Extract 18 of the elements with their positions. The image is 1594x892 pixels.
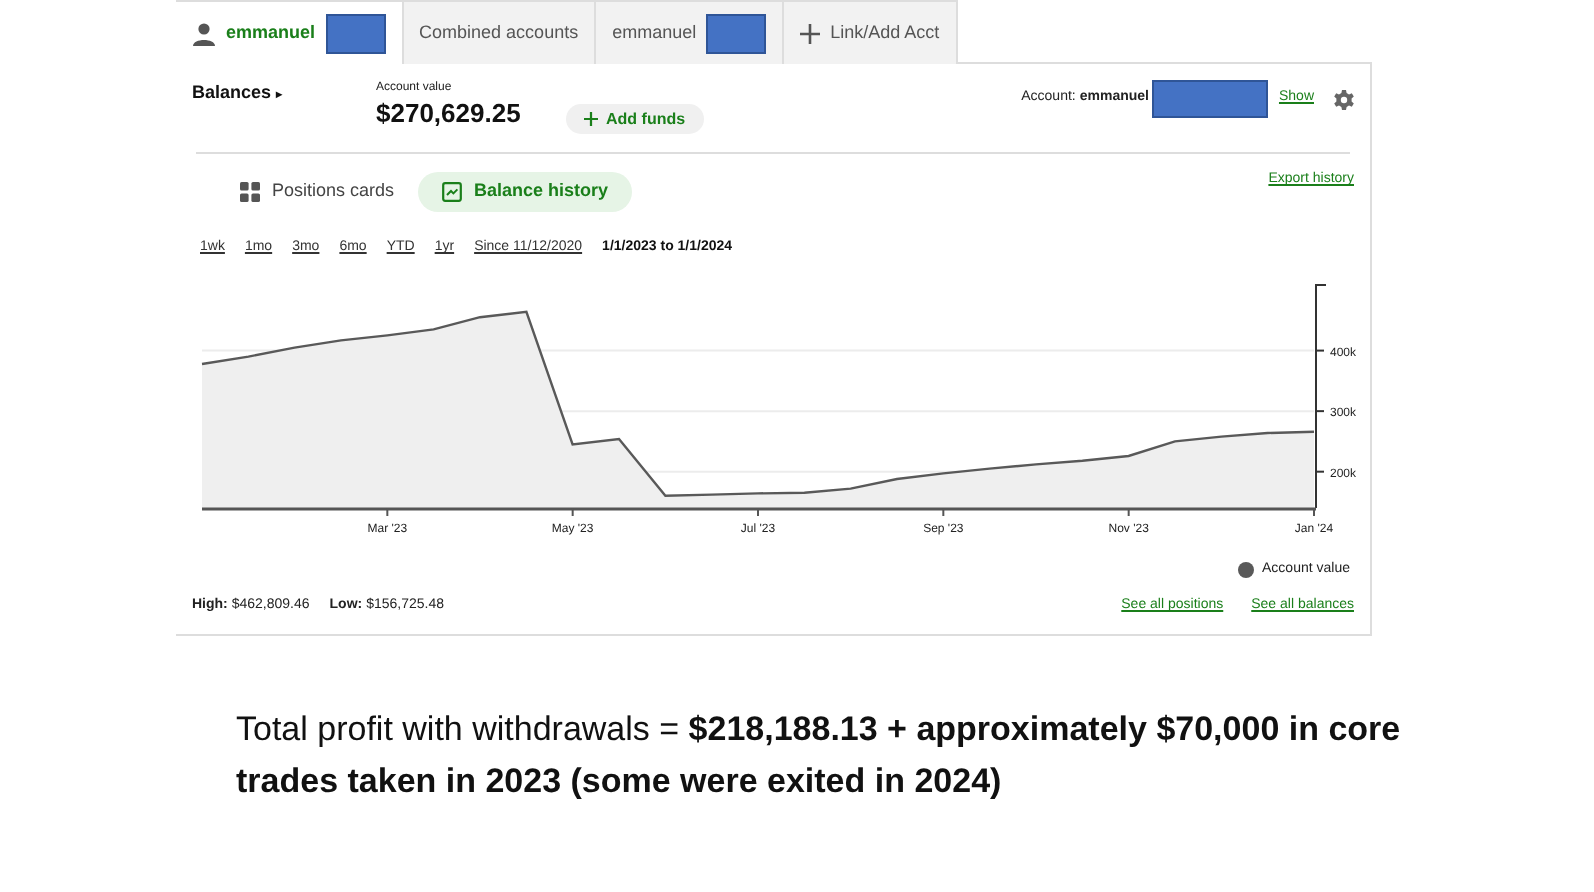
redaction-block — [1152, 80, 1269, 118]
account-tab[interactable]: Combined accounts — [403, 0, 597, 64]
account-tab[interactable]: emmanuel — [596, 0, 785, 64]
account-tab[interactable]: Link/Add Acct — [784, 0, 958, 64]
grid-icon — [240, 182, 260, 202]
plus-icon — [584, 112, 598, 126]
account-value: $270,629.25 — [376, 98, 523, 130]
line-chart-icon — [442, 182, 463, 202]
redaction-block — [706, 13, 767, 53]
add-funds-button[interactable]: Add funds — [566, 104, 704, 134]
settings-icon[interactable] — [1334, 89, 1354, 109]
view-toggle[interactable]: Balance history — [418, 172, 633, 212]
redaction-block — [325, 13, 386, 53]
plus-icon — [800, 23, 821, 43]
caption-text: Total profit with withdrawals = $218,188.13 + approximately $70,000 in core trades taken in 2023 (some were exited in 2024) — [236, 707, 1403, 803]
person-icon — [192, 21, 216, 45]
account-tab[interactable]: emmanuel — [176, 0, 404, 64]
view-toggle[interactable]: Positions cards — [216, 172, 419, 212]
